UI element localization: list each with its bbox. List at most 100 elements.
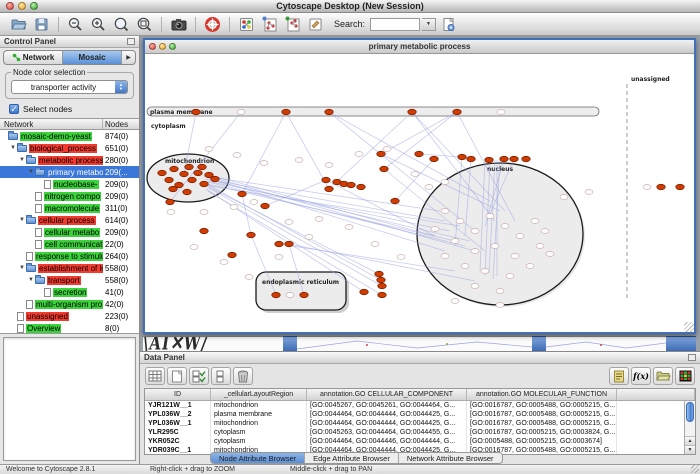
label-node[interactable] <box>315 217 323 222</box>
label-node[interactable] <box>441 254 449 259</box>
gene-node[interactable] <box>378 283 386 288</box>
tab-edge-attribute-browser[interactable]: Edge Attribute Browser <box>305 453 399 463</box>
tree-column-network[interactable]: Network <box>0 119 103 129</box>
birds-eye-view-panel[interactable] <box>3 337 136 461</box>
label-node[interactable] <box>471 229 479 234</box>
tree-column-nodes[interactable]: Nodes <box>103 120 139 129</box>
gene-node[interactable] <box>380 166 388 171</box>
gene-node[interactable] <box>430 156 438 161</box>
column-header[interactable]: annotation.GO CELLULAR_COMPONENT <box>307 389 467 400</box>
label-node[interactable] <box>461 264 469 269</box>
label-node[interactable] <box>536 244 544 249</box>
gene-node[interactable] <box>408 109 416 114</box>
gene-node[interactable] <box>261 203 269 208</box>
label-node[interactable] <box>516 234 524 239</box>
gene-node[interactable] <box>198 164 206 169</box>
tree-row[interactable]: secretion41(0) <box>0 286 139 298</box>
gene-node[interactable] <box>360 289 368 294</box>
region-nucleus[interactable]: nucleus <box>417 163 585 307</box>
gene-node[interactable] <box>166 199 174 204</box>
gene-node[interactable] <box>285 241 293 246</box>
scrollbar-thumb[interactable] <box>686 402 694 422</box>
label-node[interactable] <box>285 220 293 225</box>
gene-node[interactable] <box>377 151 385 156</box>
zoom-in-icon[interactable] <box>88 14 109 34</box>
gene-node[interactable] <box>158 170 166 175</box>
gene-node[interactable] <box>391 198 399 203</box>
tree-row[interactable]: ▼biological_process651(0) <box>0 142 139 154</box>
gene-node[interactable] <box>357 184 365 189</box>
label-node[interactable] <box>496 303 504 308</box>
gene-node[interactable] <box>453 109 461 114</box>
tab-mosaic[interactable]: Mosaic <box>63 51 122 64</box>
label-node[interactable] <box>451 299 459 304</box>
tab-network-attribute-browser[interactable]: Network Attribute Browser <box>399 453 502 463</box>
background-window-fragment[interactable] <box>666 336 696 351</box>
background-window-fragment[interactable] <box>546 336 666 351</box>
table-row[interactable]: YPL036W__2plasma membrane[GO:0044464, GO… <box>145 410 695 419</box>
tab-node-attribute-browser[interactable]: Node Attribute Browser <box>211 453 305 463</box>
label-node[interactable] <box>491 244 499 249</box>
merge-network-b-icon[interactable] <box>282 14 303 34</box>
gene-node[interactable] <box>247 232 255 237</box>
table-row[interactable]: YJR121W__1mitochondrion[GO:0045267, GO:0… <box>145 401 695 410</box>
select-nodes-checkbox[interactable]: ✓ <box>9 104 19 114</box>
select-nodes-row[interactable]: ✓ Select nodes <box>9 104 139 114</box>
label-node[interactable] <box>371 242 379 247</box>
tree-row[interactable]: nucleobase-209(0) <box>0 178 139 190</box>
gene-node[interactable] <box>192 109 200 114</box>
zoom-out-icon[interactable] <box>65 14 86 34</box>
tree-row[interactable]: response to stimulu264(0) <box>0 250 139 262</box>
expand-arrow-icon[interactable]: ▼ <box>18 217 26 223</box>
gene-node[interactable] <box>238 191 246 196</box>
search-dropdown-icon[interactable]: ▼ <box>422 18 436 31</box>
label-node[interactable] <box>205 147 213 152</box>
app-resize-grip[interactable] <box>691 465 699 473</box>
label-node[interactable] <box>506 274 514 279</box>
table-row[interactable]: YPL036W__1mitochondrion[GO:0044464, GO:0… <box>145 419 695 428</box>
label-node[interactable] <box>275 255 283 260</box>
gene-node[interactable] <box>180 171 188 176</box>
label-node[interactable] <box>560 195 568 200</box>
import-attribute-file-icon[interactable] <box>653 367 673 385</box>
gene-node[interactable] <box>485 157 493 162</box>
float-panel-icon[interactable] <box>688 354 696 361</box>
vizmapper-icon[interactable] <box>236 14 257 34</box>
label-node[interactable] <box>526 264 534 269</box>
more-tabs-arrow-icon[interactable]: ▶ <box>122 51 135 64</box>
label-node[interactable] <box>233 153 241 158</box>
expand-arrow-icon[interactable]: ▼ <box>27 277 35 283</box>
background-window-fragment[interactable] <box>297 336 532 351</box>
label-node[interactable] <box>250 200 258 205</box>
expand-arrow-icon[interactable]: ▼ <box>27 169 35 175</box>
tree-row[interactable]: unassigned223(0) <box>0 310 139 322</box>
gene-node[interactable] <box>510 156 518 161</box>
background-window-fragment[interactable] <box>283 336 297 351</box>
node-color-dropdown[interactable]: transporter activity ▲▼ <box>11 80 128 94</box>
label-node[interactable] <box>425 185 433 190</box>
label-node[interactable] <box>541 229 549 234</box>
gene-node[interactable] <box>275 241 283 246</box>
expand-arrow-icon[interactable]: ▼ <box>18 157 26 163</box>
label-node[interactable] <box>497 110 505 115</box>
gene-node[interactable] <box>467 156 475 161</box>
tree-row[interactable]: Overview8(0) <box>0 322 139 334</box>
gene-node[interactable] <box>322 177 330 182</box>
gene-node[interactable] <box>188 177 196 182</box>
gene-node[interactable] <box>282 109 290 114</box>
label-node[interactable] <box>643 185 651 190</box>
search-input[interactable] <box>370 18 420 31</box>
label-node[interactable] <box>501 224 509 229</box>
gene-node[interactable] <box>676 184 684 189</box>
tree-row[interactable]: ▼cellular process614(0) <box>0 214 139 226</box>
label-node[interactable] <box>486 214 494 219</box>
label-node[interactable] <box>496 289 504 294</box>
gene-node[interactable] <box>228 252 236 257</box>
label-node[interactable] <box>511 254 519 259</box>
label-node[interactable] <box>471 249 479 254</box>
heatmap-icon[interactable] <box>675 367 695 385</box>
column-header[interactable]: annotation.GO MOLECULAR_FUNCTION <box>467 389 617 400</box>
save-session-icon[interactable] <box>31 14 52 34</box>
gene-node[interactable] <box>194 170 202 175</box>
label-node[interactable] <box>260 161 268 166</box>
